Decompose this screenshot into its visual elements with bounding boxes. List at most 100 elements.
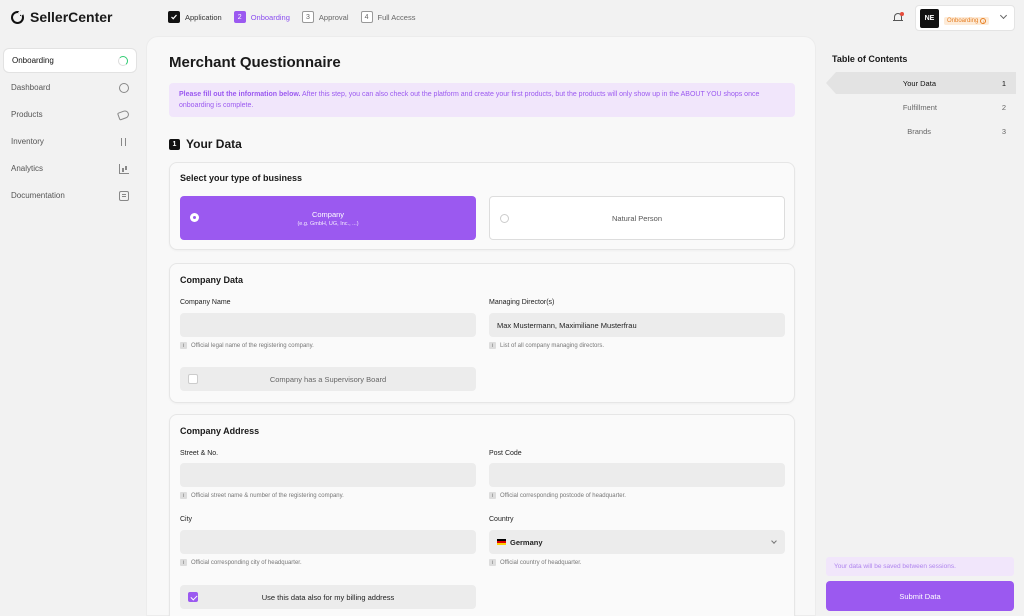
street-help: i Official street name & number of the r… bbox=[180, 492, 344, 499]
top-bar: SellerCenter Application 2 Onboarding 3 … bbox=[0, 0, 1024, 36]
step-number: 3 bbox=[301, 11, 314, 23]
chevron-down-icon bbox=[771, 538, 777, 544]
supervisory-board-checkbox[interactable] bbox=[188, 374, 198, 384]
toc-item-number: 1 bbox=[1001, 78, 1006, 88]
city-label: City bbox=[180, 516, 193, 523]
radio-selected[interactable] bbox=[190, 213, 199, 222]
directors-input[interactable]: Max Mustermann, Maximiliane Musterfrau bbox=[489, 313, 785, 337]
info-icon: i bbox=[489, 492, 496, 499]
page-title: Merchant Questionnaire bbox=[169, 54, 341, 71]
help-text: Official legal name of the registering c… bbox=[191, 342, 314, 349]
postcode-label: Post Code bbox=[489, 450, 522, 457]
chart-icon bbox=[119, 163, 129, 174]
country-value: Germany bbox=[510, 537, 543, 547]
toc-item-label: Fulfillment bbox=[902, 102, 937, 112]
sidebar-item-analytics[interactable]: Analytics bbox=[3, 156, 137, 181]
tag-icon bbox=[116, 108, 131, 121]
sidebar-item-inventory[interactable]: Inventory bbox=[3, 129, 137, 154]
toc-item-label: Your Data bbox=[902, 78, 936, 88]
notice-bold-text: Please fill out the information below. bbox=[179, 91, 301, 98]
postcode-input[interactable] bbox=[489, 463, 785, 487]
app-logo[interactable]: SellerCenter bbox=[11, 9, 112, 25]
info-icon: i bbox=[180, 342, 187, 349]
toc-item-your-data[interactable]: Your Data 1 bbox=[826, 72, 1016, 94]
step-application: Application bbox=[168, 11, 222, 23]
submit-button[interactable]: Submit Data bbox=[826, 581, 1014, 611]
step-full-access: 4 Full Access bbox=[360, 11, 415, 23]
supervisory-board-checkbox-row[interactable]: Company has a Supervisory Board bbox=[180, 367, 476, 391]
toc-item-number: 3 bbox=[1001, 126, 1006, 136]
step-number: 4 bbox=[360, 11, 373, 23]
option-sub-label: (e.g. GmbH, UG, Inc., ...) bbox=[297, 220, 359, 227]
help-text: Official country of headquarter. bbox=[500, 559, 582, 566]
card-title: Select your type of business bbox=[180, 173, 303, 183]
step-label: Approval bbox=[318, 12, 349, 22]
business-option-natural-person[interactable]: Natural Person bbox=[489, 196, 785, 240]
sort-icon bbox=[119, 137, 129, 147]
sidebar-item-documentation[interactable]: Documentation bbox=[3, 183, 137, 208]
progress-icon bbox=[118, 55, 128, 66]
company-address-card: Company Address Street & No. i Official … bbox=[169, 414, 795, 616]
sidebar-item-label: Documentation bbox=[11, 191, 65, 200]
table-of-contents: Table of Contents Your Data 1 Fulfillmen… bbox=[822, 36, 1024, 616]
country-label: Country bbox=[489, 516, 514, 523]
toc-item-brands[interactable]: Brands 3 bbox=[826, 120, 1016, 142]
status-badge: Onboarding i bbox=[944, 17, 990, 25]
company-name-label: Company Name bbox=[180, 299, 231, 306]
sidebar-item-dashboard[interactable]: Dashboard bbox=[3, 75, 137, 100]
document-icon bbox=[119, 190, 129, 201]
business-option-company[interactable]: Company (e.g. GmbH, UG, Inc., ...) bbox=[180, 196, 476, 240]
notification-bell-icon[interactable] bbox=[893, 12, 904, 23]
sidebar-item-label: Inventory bbox=[11, 137, 44, 146]
account-menu[interactable]: NE Onboarding i bbox=[915, 5, 1015, 31]
chevron-down-icon bbox=[999, 11, 1008, 20]
info-icon: i bbox=[489, 342, 496, 349]
toc-title: Table of Contents bbox=[832, 54, 908, 64]
street-input[interactable] bbox=[180, 463, 476, 487]
sidebar: Onboarding Dashboard Products Inventory … bbox=[0, 36, 142, 616]
city-input[interactable] bbox=[180, 530, 476, 554]
section-number: 1 bbox=[169, 138, 180, 150]
help-text: Official corresponding city of headquart… bbox=[191, 559, 302, 566]
help-text: List of all company managing directors. bbox=[500, 342, 605, 349]
billing-address-checkbox[interactable] bbox=[188, 592, 198, 602]
card-title: Company Data bbox=[180, 275, 244, 285]
country-help: i Official country of headquarter. bbox=[489, 559, 582, 566]
company-name-input[interactable] bbox=[180, 313, 476, 337]
step-label: Onboarding bbox=[250, 12, 290, 22]
sidebar-item-products[interactable]: Products bbox=[3, 102, 137, 127]
info-icon: i bbox=[489, 559, 496, 566]
info-icon: i bbox=[180, 492, 187, 499]
radio-unselected[interactable] bbox=[500, 214, 509, 223]
directors-help: i List of all company managing directors… bbox=[489, 342, 604, 349]
logo-icon bbox=[11, 9, 24, 24]
country-select[interactable]: Germany bbox=[489, 530, 785, 554]
card-title: Company Address bbox=[180, 426, 260, 436]
step-onboarding: 2 Onboarding bbox=[233, 11, 290, 23]
company-data-card: Company Data Company Name i Official leg… bbox=[169, 263, 795, 403]
dashboard-icon bbox=[119, 82, 129, 93]
section-heading: 1 Your Data bbox=[169, 137, 242, 151]
help-text: Official street name & number of the reg… bbox=[191, 492, 344, 499]
business-type-card: Select your type of business Company (e.… bbox=[169, 162, 795, 250]
onboarding-steps: Application 2 Onboarding 3 Approval 4 Fu… bbox=[168, 11, 415, 23]
sidebar-item-onboarding[interactable]: Onboarding bbox=[3, 48, 137, 73]
sidebar-item-label: Dashboard bbox=[11, 83, 51, 92]
toc-item-number: 2 bbox=[1001, 102, 1006, 112]
check-icon bbox=[168, 11, 180, 23]
option-label: Natural Person bbox=[611, 213, 663, 223]
option-label: Company bbox=[311, 209, 345, 219]
help-text: Official corresponding postcode of headq… bbox=[500, 492, 626, 499]
sidebar-item-label: Analytics bbox=[11, 164, 44, 173]
sidebar-item-label: Onboarding bbox=[12, 56, 54, 65]
info-notice: Please fill out the information below. A… bbox=[169, 83, 795, 117]
avatar: NE bbox=[920, 9, 939, 28]
toc-item-fulfillment[interactable]: Fulfillment 2 bbox=[826, 96, 1016, 118]
germany-flag-icon bbox=[497, 539, 506, 545]
step-number: 2 bbox=[233, 11, 246, 23]
toc-item-label: Brands bbox=[907, 126, 931, 136]
city-help: i Official corresponding city of headqua… bbox=[180, 559, 302, 566]
info-icon: i bbox=[980, 18, 987, 24]
company-name-help: i Official legal name of the registering… bbox=[180, 342, 314, 349]
billing-address-checkbox-row[interactable]: Use this data also for my billing addres… bbox=[180, 585, 476, 609]
